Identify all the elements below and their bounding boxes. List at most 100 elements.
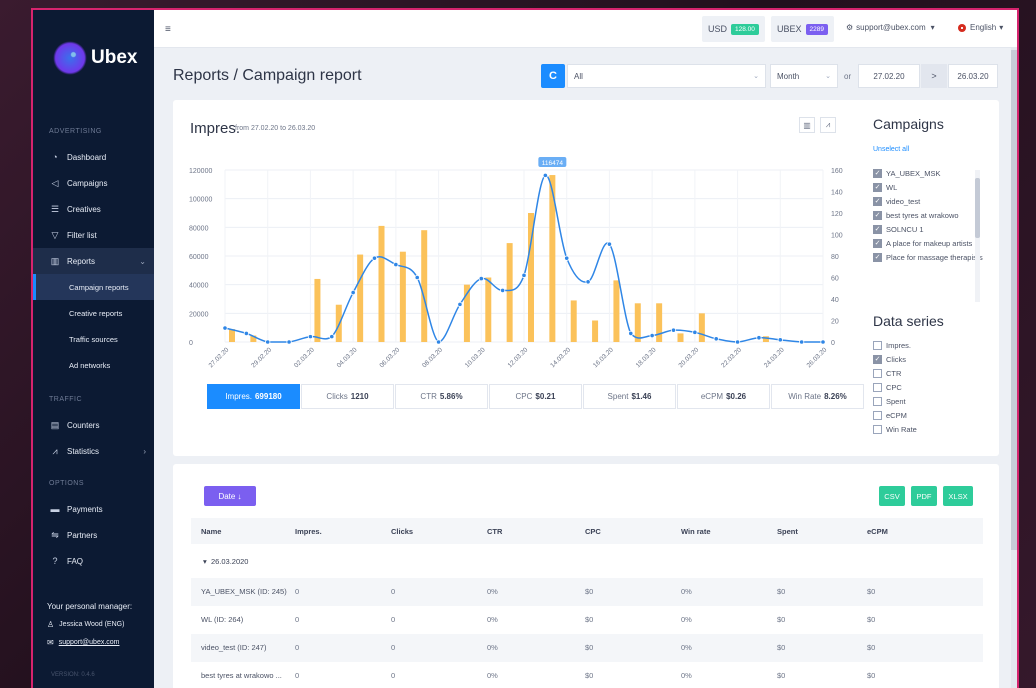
- x-tick-label: 27.02.20: [208, 346, 231, 369]
- campaign-checkbox-item[interactable]: ✓ best tyres at wrakowo: [873, 210, 985, 221]
- chevron-down-icon: ⌄: [753, 73, 759, 80]
- sidebar-item-filter-list[interactable]: ▽ Filter list: [33, 222, 154, 248]
- column-header[interactable]: CPC: [585, 527, 601, 536]
- checkbox[interactable]: [873, 369, 882, 378]
- table-group-row[interactable]: ▾ 26.03.2020: [191, 548, 983, 574]
- checkbox[interactable]: [873, 341, 882, 350]
- checkbox[interactable]: [873, 411, 882, 420]
- campaigns-scroll-thumb[interactable]: [975, 178, 980, 238]
- refresh-button[interactable]: C: [541, 64, 565, 88]
- metric-tab-ctr[interactable]: CTR 5.86%: [395, 384, 488, 409]
- campaign-checkbox-item[interactable]: ✓ A place for makeup artists: [873, 238, 985, 249]
- sidebar-item-statistics[interactable]: ⩘ Statistics ›: [33, 438, 154, 464]
- export-pdf-button[interactable]: PDF: [911, 486, 937, 506]
- data-series-checkbox-item[interactable]: CPC: [873, 382, 917, 393]
- sidebar-item-counters[interactable]: ▤ Counters: [33, 412, 154, 438]
- manager-email[interactable]: ✉ support@ubex.com: [47, 638, 120, 647]
- checkbox[interactable]: ✓: [873, 169, 882, 178]
- date-sort-button[interactable]: Date ↓: [204, 486, 256, 506]
- campaign-checkbox-item[interactable]: ✓ video_test: [873, 196, 985, 207]
- data-series-checkbox-item[interactable]: ✓ Clicks: [873, 354, 917, 365]
- checkbox[interactable]: [873, 397, 882, 406]
- table-cell: 0%: [681, 671, 692, 680]
- checkbox[interactable]: ✓: [873, 197, 882, 206]
- table-row[interactable]: YA_UBEX_MSK (ID: 245) 0 0 0% $0 0% $0 $0: [191, 578, 983, 606]
- account-dropdown[interactable]: ⚙ support@ubex.com ▾: [846, 23, 935, 32]
- line-point: [457, 301, 463, 307]
- metric-tab-impres[interactable]: Impres. 699180: [207, 384, 300, 409]
- column-header[interactable]: Spent: [777, 527, 798, 536]
- unselect-all-link[interactable]: Unselect all: [873, 146, 909, 153]
- column-header[interactable]: eCPM: [867, 527, 888, 536]
- logo[interactable]: Ubex: [53, 38, 137, 78]
- data-series-checkbox-item[interactable]: eCPM: [873, 410, 917, 421]
- sidebar-item-payments[interactable]: ▬ Payments: [33, 496, 154, 522]
- checkbox[interactable]: ✓: [873, 211, 882, 220]
- page-scroll-thumb[interactable]: [1011, 50, 1017, 550]
- bar-chart-toggle-icon[interactable]: ▥: [799, 117, 815, 133]
- line-chart-toggle-icon[interactable]: ⩘: [820, 117, 836, 133]
- metric-tab-win-rate[interactable]: Win Rate 8.26%: [771, 384, 864, 409]
- language-dropdown[interactable]: English ▾: [958, 23, 1003, 32]
- date-to-input[interactable]: 26.03.20: [948, 64, 998, 88]
- checkbox[interactable]: ✓: [873, 225, 882, 234]
- column-header[interactable]: Impres.: [295, 527, 322, 536]
- metric-tab-clicks[interactable]: Clicks 1210: [301, 384, 394, 409]
- data-series-checkbox-item[interactable]: Spent: [873, 396, 917, 407]
- checkbox[interactable]: ✓: [873, 239, 882, 248]
- sidebar-item-partners[interactable]: ⇋ Partners: [33, 522, 154, 548]
- metric-tab-spent[interactable]: Spent $1.46: [583, 384, 676, 409]
- sidebar-subitem-campaign-reports[interactable]: Campaign reports: [33, 274, 154, 300]
- menu-toggle-icon[interactable]: ≡: [165, 24, 171, 35]
- sidebar-subitem-traffic-sources[interactable]: Traffic sources: [33, 326, 154, 352]
- checkbox[interactable]: [873, 425, 882, 434]
- bar: [229, 329, 235, 342]
- sidebar-item-faq[interactable]: ? FAQ: [33, 548, 154, 574]
- ubex-balance[interactable]: UBEX 2289: [771, 16, 834, 42]
- date-from-input[interactable]: 27.02.20: [858, 64, 920, 88]
- sidebar-subitem-ad-networks[interactable]: Ad networks: [33, 352, 154, 378]
- table-row[interactable]: WL (ID: 264) 0 0 0% $0 0% $0 $0: [191, 606, 983, 634]
- export-csv-button[interactable]: CSV: [879, 486, 905, 506]
- campaign-filter-select[interactable]: All ⌄: [567, 64, 766, 88]
- checkbox[interactable]: ✓: [873, 183, 882, 192]
- column-header[interactable]: Clicks: [391, 527, 413, 536]
- usd-balance[interactable]: USD 128.00: [702, 16, 765, 42]
- annotation-label: 116474: [542, 160, 564, 167]
- table-cell: YA_UBEX_MSK (ID: 245): [201, 587, 287, 596]
- column-header[interactable]: Win rate: [681, 527, 711, 536]
- checkbox[interactable]: ✓: [873, 355, 882, 364]
- table-row[interactable]: best tyres at wrakowo ... 0 0 0% $0 0% $0 $0: [191, 662, 983, 688]
- sidebar-item-creatives[interactable]: ☰ Creatives: [33, 196, 154, 222]
- data-series-checkbox-item[interactable]: Win Rate: [873, 424, 917, 435]
- line-point: [734, 339, 741, 345]
- sidebar-item-campaigns[interactable]: ◁ Campaigns: [33, 170, 154, 196]
- campaign-checkbox-item[interactable]: ✓ Place for massage therapists: [873, 252, 985, 263]
- data-series-checkbox-item[interactable]: Impres.: [873, 340, 917, 351]
- ubex-logo-icon: [53, 41, 87, 75]
- y-tick-label-left: 80000: [189, 225, 209, 232]
- campaign-checkbox-item[interactable]: ✓ WL: [873, 182, 985, 193]
- sidebar-item-reports[interactable]: ▥ Reports ⌄: [33, 248, 154, 274]
- checkbox[interactable]: [873, 383, 882, 392]
- campaign-checkbox-item[interactable]: ✓ YA_UBEX_MSK: [873, 168, 985, 179]
- column-header[interactable]: Name: [201, 527, 221, 536]
- column-header[interactable]: CTR: [487, 527, 502, 536]
- table-row[interactable]: video_test (ID: 247) 0 0 0% $0 0% $0 $0: [191, 634, 983, 662]
- export-xlsx-button[interactable]: XLSX: [943, 486, 973, 506]
- period-select[interactable]: Month ⌄: [770, 64, 838, 88]
- sidebar-item-dashboard[interactable]: ◔ Dashboard: [33, 144, 154, 170]
- campaigns-scrollbar[interactable]: [975, 170, 980, 302]
- data-series-checkbox-item[interactable]: CTR: [873, 368, 917, 379]
- gear-icon: ⚙: [846, 23, 854, 32]
- checkbox[interactable]: ✓: [873, 253, 882, 262]
- line-point: [542, 172, 548, 178]
- campaign-checkbox-item[interactable]: ✓ SOLNCU 1: [873, 224, 985, 235]
- sidebar-subitem-creative-reports[interactable]: Creative reports: [33, 300, 154, 326]
- x-tick-label: 02.03.20: [293, 346, 316, 369]
- metric-tab-ecpm[interactable]: eCPM $0.26: [677, 384, 770, 409]
- table-cell: 0%: [681, 615, 692, 624]
- metric-tab-cpc[interactable]: CPC $0.21: [489, 384, 582, 409]
- bar: [421, 230, 428, 342]
- page-scrollbar[interactable]: [1011, 48, 1017, 688]
